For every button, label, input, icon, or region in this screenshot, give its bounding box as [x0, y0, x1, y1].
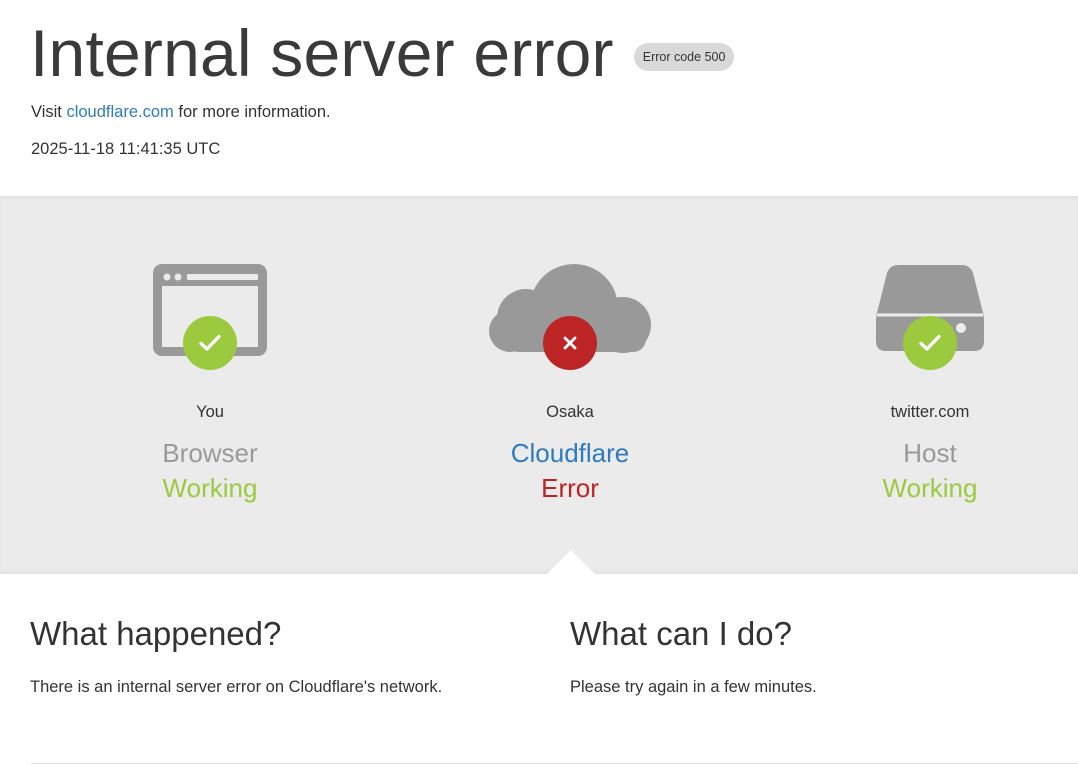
what-can-i-do-section: What can I do? Please try again in a few… [570, 614, 1070, 696]
page-title: Internal server error [30, 16, 614, 90]
browser-status-ok-icon [183, 316, 237, 370]
what-happened-text: There is an internal server error on Clo… [30, 678, 443, 696]
what-happened-section: What happened? There is an internal serv… [30, 614, 530, 696]
status-node-host: twitter.com Host Working [750, 196, 1078, 503]
cloudflare-role: Cloudflare [510, 438, 630, 468]
cloudflare-link[interactable]: cloudflare.com [66, 103, 173, 121]
host-role: Host [903, 438, 957, 468]
browser-role: Browser [162, 438, 258, 468]
host-location: twitter.com [890, 403, 970, 421]
host-state: Working [882, 473, 978, 503]
error-header: Internal server error Error code 500 Vis… [0, 0, 1078, 196]
cloud-icon-wrap [390, 196, 750, 376]
visit-suffix: for more information. [178, 103, 331, 121]
what-can-i-do-title: What can I do? [570, 615, 792, 652]
visit-prefix: Visit [31, 103, 62, 121]
visit-line: Visit cloudflare.com for more informatio… [31, 100, 331, 124]
cloudflare-location: Osaka [546, 403, 594, 421]
status-node-cloudflare: Osaka Cloudflare Error [390, 196, 750, 503]
footer-divider [31, 763, 1078, 764]
cloudflare-status-error-icon [543, 316, 597, 370]
what-can-i-do-text: Please try again in a few minutes. [570, 678, 817, 696]
cloudflare-pointer-arrow [547, 550, 595, 574]
timestamp: 2025-11-18 11:41:35 UTC [31, 140, 221, 158]
browser-location: You [196, 403, 224, 421]
title-row: Internal server error Error code 500 [30, 10, 735, 96]
browser-icon-wrap [30, 196, 390, 376]
host-status-ok-icon [903, 316, 957, 370]
browser-state: Working [162, 473, 258, 503]
error-code-badge: Error code 500 [633, 43, 735, 71]
status-node-browser: You Browser Working [30, 196, 390, 503]
info-section: What happened? There is an internal serv… [0, 574, 1078, 765]
what-happened-title: What happened? [30, 615, 282, 652]
server-icon-wrap [750, 196, 1078, 376]
cloudflare-state: Error [541, 473, 599, 503]
status-band: You Browser Working Osaka Cloudflare Err… [0, 196, 1078, 574]
